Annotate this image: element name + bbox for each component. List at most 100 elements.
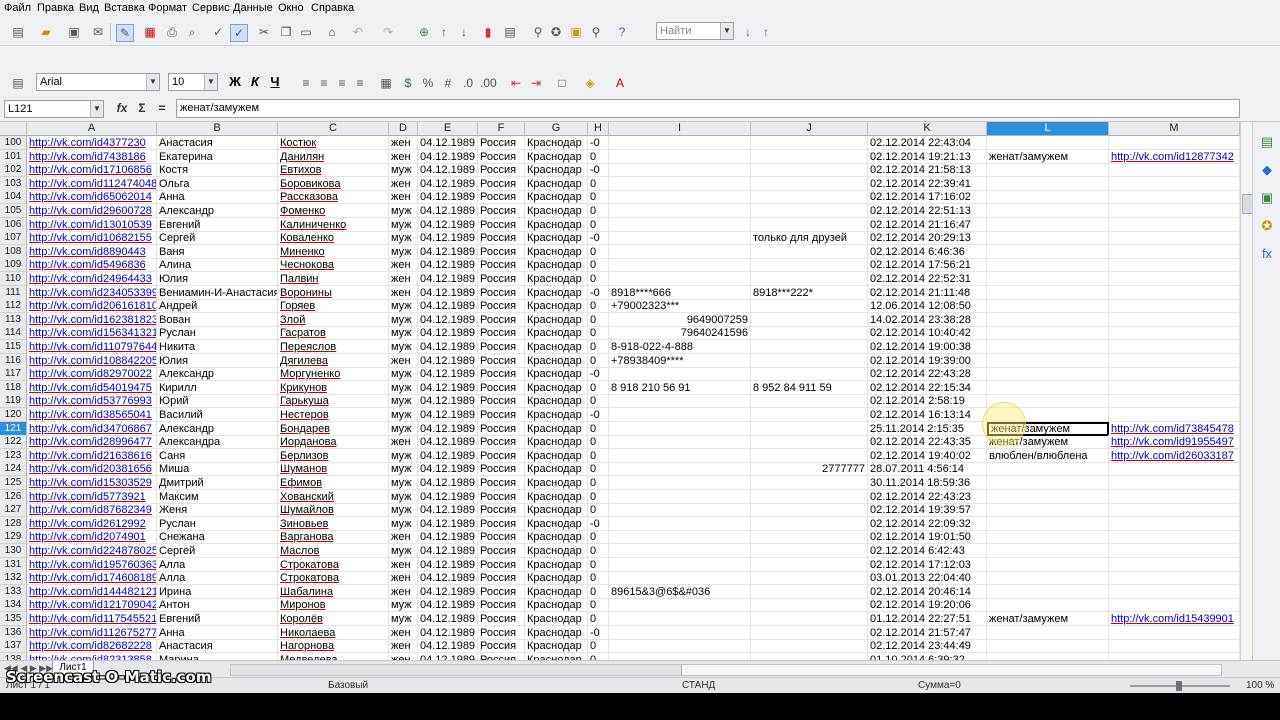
cell-i[interactable]: 9649007259 bbox=[609, 312, 751, 327]
cell-l[interactable] bbox=[987, 625, 1109, 640]
cell-m[interactable] bbox=[1109, 489, 1240, 504]
cell-f[interactable]: Россия bbox=[478, 258, 525, 273]
row-header[interactable]: 107 bbox=[0, 231, 27, 246]
cell-g[interactable]: Краснодар bbox=[525, 136, 588, 150]
cell-l[interactable] bbox=[987, 544, 1109, 558]
column-header[interactable]: B bbox=[157, 122, 278, 136]
column-header[interactable]: H bbox=[588, 122, 609, 136]
open-folder-icon[interactable]: ▰ bbox=[38, 24, 54, 40]
cell-k[interactable]: 02.12.2014 16:13:14 bbox=[868, 408, 987, 422]
cell-c[interactable]: Фоменко bbox=[278, 204, 389, 218]
cell-d[interactable]: жен bbox=[389, 625, 418, 640]
row-header[interactable]: 125 bbox=[0, 476, 27, 490]
cell-f[interactable]: Россия bbox=[478, 190, 525, 205]
cell-g[interactable]: Краснодар bbox=[525, 380, 588, 395]
cell-k[interactable]: 02.12.2014 22:43:23 bbox=[868, 489, 987, 504]
cell-c[interactable]: Чеснокова bbox=[278, 258, 389, 273]
cell-c[interactable]: Зиновьев bbox=[278, 516, 389, 531]
cell-a[interactable]: http://vk.com/id21638616 bbox=[27, 448, 157, 463]
find-replace-icon[interactable]: ⚲ bbox=[530, 24, 546, 40]
cell-k[interactable]: 02.12.2014 21:16:47 bbox=[868, 217, 987, 232]
cell-f[interactable]: Россия bbox=[478, 503, 525, 518]
cell-f[interactable]: Россия bbox=[478, 544, 525, 558]
cell-j[interactable] bbox=[751, 136, 868, 150]
cell-e[interactable]: 04.12.1989 bbox=[418, 557, 478, 572]
row-header[interactable]: 113 bbox=[0, 312, 27, 327]
cell-h[interactable]: 0 bbox=[588, 544, 609, 558]
cell-f[interactable]: Россия bbox=[478, 312, 525, 327]
cell-c[interactable]: Строкатова bbox=[278, 571, 389, 586]
justify-icon[interactable]: ≡ bbox=[352, 75, 368, 91]
cell-d[interactable]: муж bbox=[389, 312, 418, 327]
hyperlink-icon[interactable]: ⊕ bbox=[416, 24, 432, 40]
cell-d[interactable]: жен bbox=[389, 353, 418, 368]
cell-d[interactable]: жен bbox=[389, 190, 418, 205]
cell-b[interactable]: Руслан bbox=[157, 326, 278, 341]
menu-item[interactable]: Окно bbox=[278, 2, 304, 14]
cell-l[interactable] bbox=[987, 231, 1109, 246]
cell-e[interactable]: 04.12.1989 bbox=[418, 448, 478, 463]
row-header[interactable]: 116 bbox=[0, 353, 27, 368]
cell-f[interactable]: Россия bbox=[478, 149, 525, 164]
cell-l[interactable] bbox=[987, 285, 1109, 300]
cell-e[interactable]: 04.12.1989 bbox=[418, 149, 478, 164]
cell-e[interactable]: 04.12.1989 bbox=[418, 394, 478, 409]
cell-f[interactable]: Россия bbox=[478, 204, 525, 218]
cell-g[interactable]: Краснодар bbox=[525, 272, 588, 286]
cell-c[interactable]: Шабалина bbox=[278, 584, 389, 599]
cell-e[interactable]: 04.12.1989 bbox=[418, 176, 478, 191]
cell-b[interactable]: Юлия bbox=[157, 272, 278, 286]
cell-d[interactable]: муж bbox=[389, 244, 418, 259]
row-header[interactable]: 104 bbox=[0, 190, 27, 205]
cell-b[interactable]: Руслан bbox=[157, 516, 278, 531]
cell-h[interactable]: 0 bbox=[588, 489, 609, 504]
cell-h[interactable]: 0 bbox=[588, 639, 609, 654]
cell-i[interactable] bbox=[609, 204, 751, 218]
row-header[interactable]: 132 bbox=[0, 571, 27, 586]
cell-h[interactable]: 0 bbox=[588, 380, 609, 395]
cell-i[interactable] bbox=[609, 394, 751, 409]
cell-l[interactable] bbox=[987, 489, 1109, 504]
cell-c[interactable]: Рассказова bbox=[278, 190, 389, 205]
cell-j[interactable] bbox=[751, 421, 868, 436]
cell-g[interactable]: Краснодар bbox=[525, 612, 588, 626]
bold-button[interactable]: Ж bbox=[228, 73, 242, 91]
cell-m[interactable] bbox=[1109, 394, 1240, 409]
cell-g[interactable]: Краснодар bbox=[525, 244, 588, 259]
cell-c[interactable]: Берлизов bbox=[278, 448, 389, 463]
cell-a[interactable]: http://vk.com/id8890443 bbox=[27, 244, 157, 259]
cell-i[interactable]: 79640241596 bbox=[609, 326, 751, 341]
cell-m[interactable] bbox=[1109, 312, 1240, 327]
cell-g[interactable]: Краснодар bbox=[525, 476, 588, 490]
cell-m[interactable] bbox=[1109, 367, 1240, 382]
cell-l[interactable] bbox=[987, 557, 1109, 572]
cell-j[interactable] bbox=[751, 244, 868, 259]
row-header[interactable]: 137 bbox=[0, 639, 27, 654]
cell-d[interactable]: муж bbox=[389, 489, 418, 504]
cell-i[interactable] bbox=[609, 176, 751, 191]
cell-m[interactable] bbox=[1109, 217, 1240, 232]
cell-c[interactable]: Евтихов bbox=[278, 163, 389, 178]
cell-a[interactable]: http://vk.com/id117545521 bbox=[27, 612, 157, 626]
cell-c[interactable]: Костюк bbox=[278, 136, 389, 150]
menu-item[interactable]: Справка bbox=[311, 2, 354, 14]
cell-l[interactable] bbox=[987, 340, 1109, 354]
cell-f[interactable]: Россия bbox=[478, 598, 525, 613]
cell-f[interactable]: Россия bbox=[478, 557, 525, 572]
cell-j[interactable] bbox=[751, 503, 868, 518]
row-header[interactable]: 111 bbox=[0, 285, 27, 300]
cell-i[interactable] bbox=[609, 367, 751, 382]
cell-d[interactable]: жен bbox=[389, 176, 418, 191]
cell-g[interactable]: Краснодар bbox=[525, 367, 588, 382]
properties-icon[interactable]: ▤ bbox=[1259, 134, 1275, 150]
cell-d[interactable]: муж bbox=[389, 340, 418, 354]
cell-h[interactable]: 0 bbox=[588, 299, 609, 314]
cell-b[interactable]: Евгений bbox=[157, 217, 278, 232]
add-decimal-icon[interactable]: .0 bbox=[460, 75, 476, 91]
cell-k[interactable]: 02.12.2014 21:11:48 bbox=[868, 285, 987, 300]
cell-b[interactable]: Александра bbox=[157, 435, 278, 450]
cell-k[interactable]: 02.12.2014 19:01:50 bbox=[868, 530, 987, 545]
borders-icon[interactable]: □ bbox=[554, 75, 570, 91]
cell-b[interactable]: Сергей bbox=[157, 544, 278, 558]
cell-e[interactable]: 04.12.1989 bbox=[418, 489, 478, 504]
